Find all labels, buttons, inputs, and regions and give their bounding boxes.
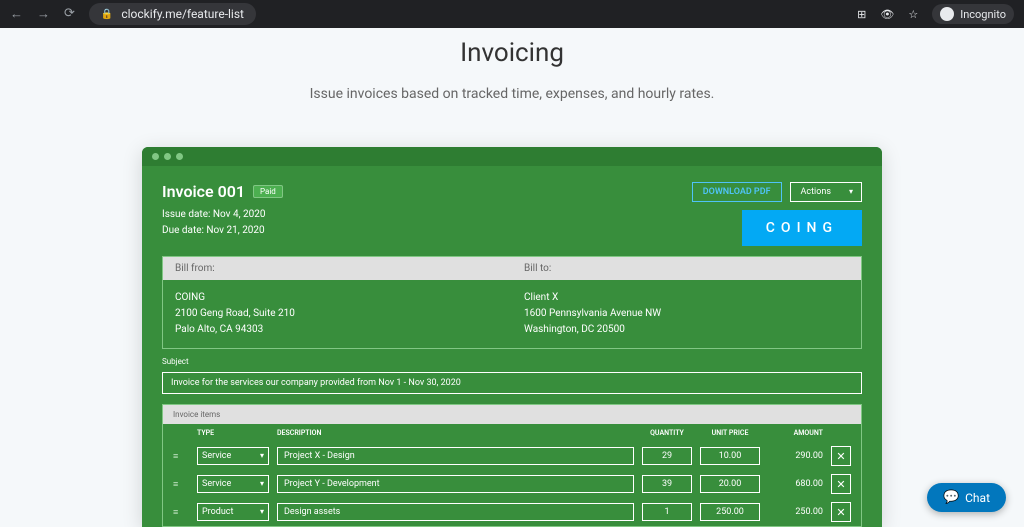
incognito-badge: Incognito [932, 4, 1014, 24]
chat-icon: 💬 [943, 490, 959, 505]
extension-icon[interactable]: ⊞ [857, 8, 866, 21]
page-subtitle: Issue invoices based on tracked time, ex… [0, 86, 1024, 102]
download-pdf-button[interactable]: DOWNLOAD PDF [692, 182, 782, 202]
description-input[interactable] [277, 503, 634, 521]
unit-price-input[interactable] [700, 475, 760, 493]
bill-to-label: Bill to: [512, 257, 861, 280]
browser-chrome: ← → ⟳ 🔒 clockify.me/feature-list ⊞ 👁 ☆ I… [0, 0, 1024, 28]
url-bar[interactable]: 🔒 clockify.me/feature-list [89, 3, 256, 25]
amount-value: 250.00 [768, 507, 823, 517]
reload-button[interactable]: ⟳ [64, 6, 75, 22]
page-title: Invoicing [0, 38, 1024, 68]
type-select[interactable]: Product [197, 503, 269, 521]
unit-price-input[interactable] [700, 503, 760, 521]
drag-handle-icon[interactable]: ≡ [173, 507, 189, 518]
chat-button[interactable]: 💬 Chat [927, 483, 1006, 512]
type-select[interactable]: Service [197, 475, 269, 493]
amount-value: 290.00 [768, 451, 823, 461]
subject-label: Subject [162, 357, 862, 366]
incognito-icon [940, 7, 954, 21]
star-icon[interactable]: ☆ [908, 8, 918, 21]
bill-from-label: Bill from: [163, 257, 512, 280]
delete-row-button[interactable]: ✕ [831, 474, 851, 494]
unit-price-input[interactable] [700, 447, 760, 465]
mock-titlebar [142, 147, 882, 166]
invoice-title: Invoice 001 [162, 182, 245, 201]
bill-from-address: COING 2100 Geng Road, Suite 210 Palo Alt… [163, 280, 512, 348]
item-row: ≡ Service 290.00 ✕ [163, 442, 861, 470]
drag-handle-icon[interactable]: ≡ [173, 479, 189, 490]
item-row: ≡ Product 250.00 ✕ [163, 498, 861, 526]
items-header: Invoice items [163, 405, 861, 424]
quantity-input[interactable] [642, 447, 692, 465]
due-date: Due date: Nov 21, 2020 [162, 223, 283, 239]
description-input[interactable] [277, 475, 634, 493]
quantity-input[interactable] [642, 503, 692, 521]
issue-date: Issue date: Nov 4, 2020 [162, 207, 283, 223]
delete-row-button[interactable]: ✕ [831, 502, 851, 522]
back-button[interactable]: ← [10, 6, 23, 22]
type-select[interactable]: Service [197, 447, 269, 465]
drag-handle-icon[interactable]: ≡ [173, 451, 189, 462]
column-headers: TYPE DESCRIPTION QUANTITY UNIT PRICE AMO… [163, 424, 861, 442]
delete-row-button[interactable]: ✕ [831, 446, 851, 466]
company-logo: COING [742, 210, 862, 246]
status-badge: Paid [253, 185, 283, 198]
amount-value: 680.00 [768, 479, 823, 489]
url-text: clockify.me/feature-list [121, 7, 244, 21]
description-input[interactable] [277, 447, 634, 465]
item-row: ≡ Service 680.00 ✕ [163, 470, 861, 498]
quantity-input[interactable] [642, 475, 692, 493]
bill-to-address: Client X 1600 Pennsylvania Avenue NW Was… [512, 280, 861, 348]
subject-input[interactable] [162, 372, 862, 394]
actions-dropdown[interactable]: Actions [790, 182, 862, 202]
invoice-screenshot: Invoice 001 Paid Issue date: Nov 4, 2020… [142, 147, 882, 527]
forward-button[interactable]: → [37, 6, 50, 22]
lock-icon: 🔒 [101, 9, 113, 20]
eye-icon[interactable]: 👁 [880, 8, 894, 21]
